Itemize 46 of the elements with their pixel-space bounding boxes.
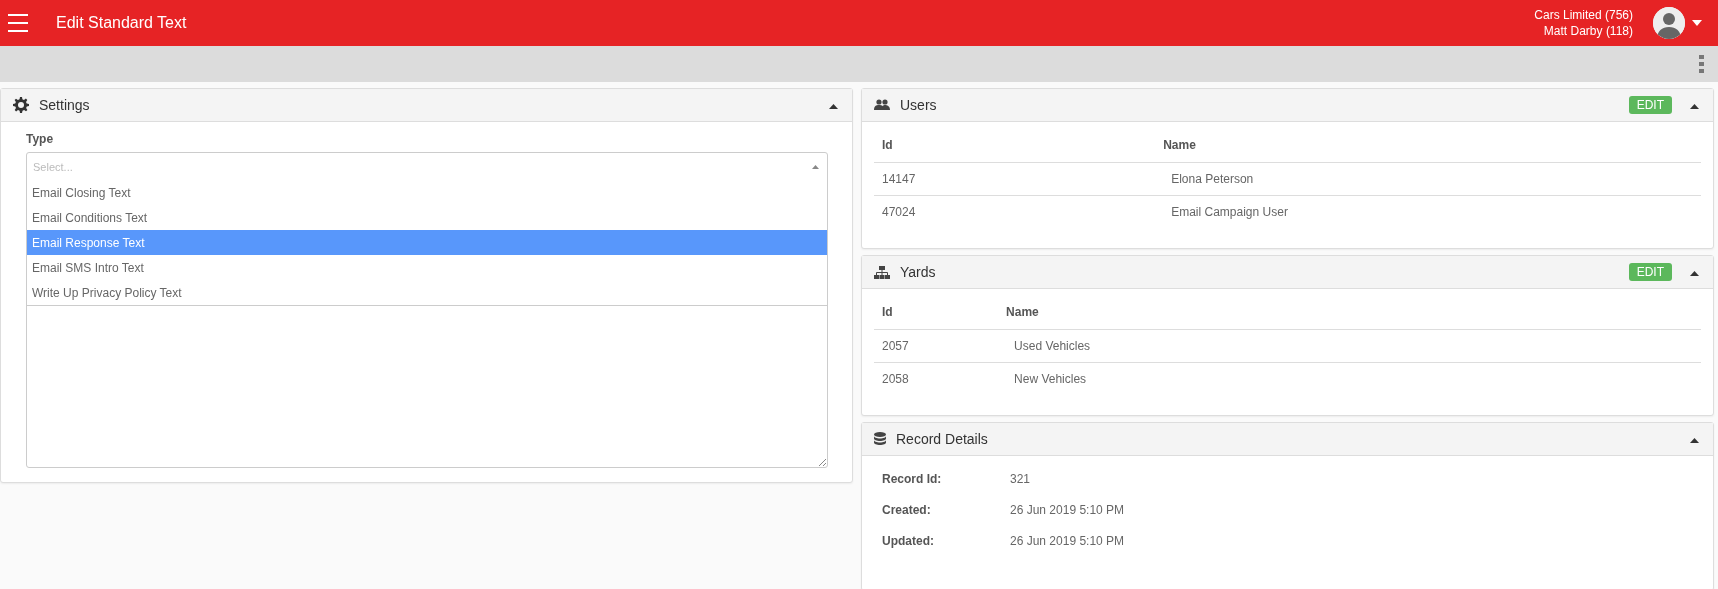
table-cell: Elona Peterson [1155,162,1701,196]
menu-icon[interactable] [8,14,28,32]
detail-label: Created: [882,503,932,517]
page-title: Edit Standard Text [56,14,188,32]
type-select[interactable]: Select... Email Closing Text Email Conditions Text Email Response Text Email SMS Intro Text Write Up Privacy Policy Text [26,152,828,468]
detail-value: 26 Jun 2019 5:10 PM [1010,534,1126,548]
panel-title: Settings [39,97,91,113]
select-placeholder: Select... [33,160,74,173]
collapse-caret-icon[interactable] [829,104,838,109]
dropdown-option[interactable]: Email SMS Intro Text [27,255,827,280]
table-cell: New Vehicles [998,362,1701,395]
users-icon [874,99,890,111]
detail-label: Record Id: [882,472,943,486]
dropdown-option[interactable]: Email Conditions Text [27,205,827,230]
panel-title: Record Details [896,431,989,447]
dropdown-caret-icon[interactable] [1692,20,1702,26]
table-cell: 2057 [874,329,999,363]
table-cell: Used Vehicles [998,329,1701,363]
database-icon [874,431,886,447]
company-name: Cars Limited (756) [1534,7,1633,23]
table-cell: Email Campaign User [1155,195,1701,228]
panel-title: Yards [900,264,937,280]
column-header: Id [874,128,1156,163]
settings-icon [13,97,29,113]
column-header: Name [998,295,1701,330]
collapse-caret-icon [812,164,819,169]
collapse-caret-icon[interactable] [1690,438,1699,443]
column-header: Id [874,295,999,330]
table-cell: 2058 [874,362,999,395]
detail-label: Updated: [882,534,935,548]
detail-value: 26 Jun 2019 5:10 PM [1010,503,1126,517]
dropdown-option[interactable]: Write Up Privacy Policy Text [27,280,827,305]
table-cell: 14147 [874,162,1156,196]
avatar[interactable] [1653,7,1685,39]
dropdown-option[interactable]: Email Closing Text [27,180,827,205]
field-label: Type [26,132,55,146]
detail-value: 321 [1010,472,1032,486]
more-options-icon[interactable] [1699,55,1704,73]
resize-handle-icon[interactable] [818,458,826,466]
sitemap-icon [874,265,890,279]
collapse-caret-icon[interactable] [1690,104,1699,109]
collapse-caret-icon[interactable] [1690,271,1699,276]
table-cell: 47024 [874,195,1156,228]
user-name: Matt Darby (118) [1542,23,1633,39]
panel-title: Users [900,97,938,113]
column-header: Name [1155,128,1701,163]
